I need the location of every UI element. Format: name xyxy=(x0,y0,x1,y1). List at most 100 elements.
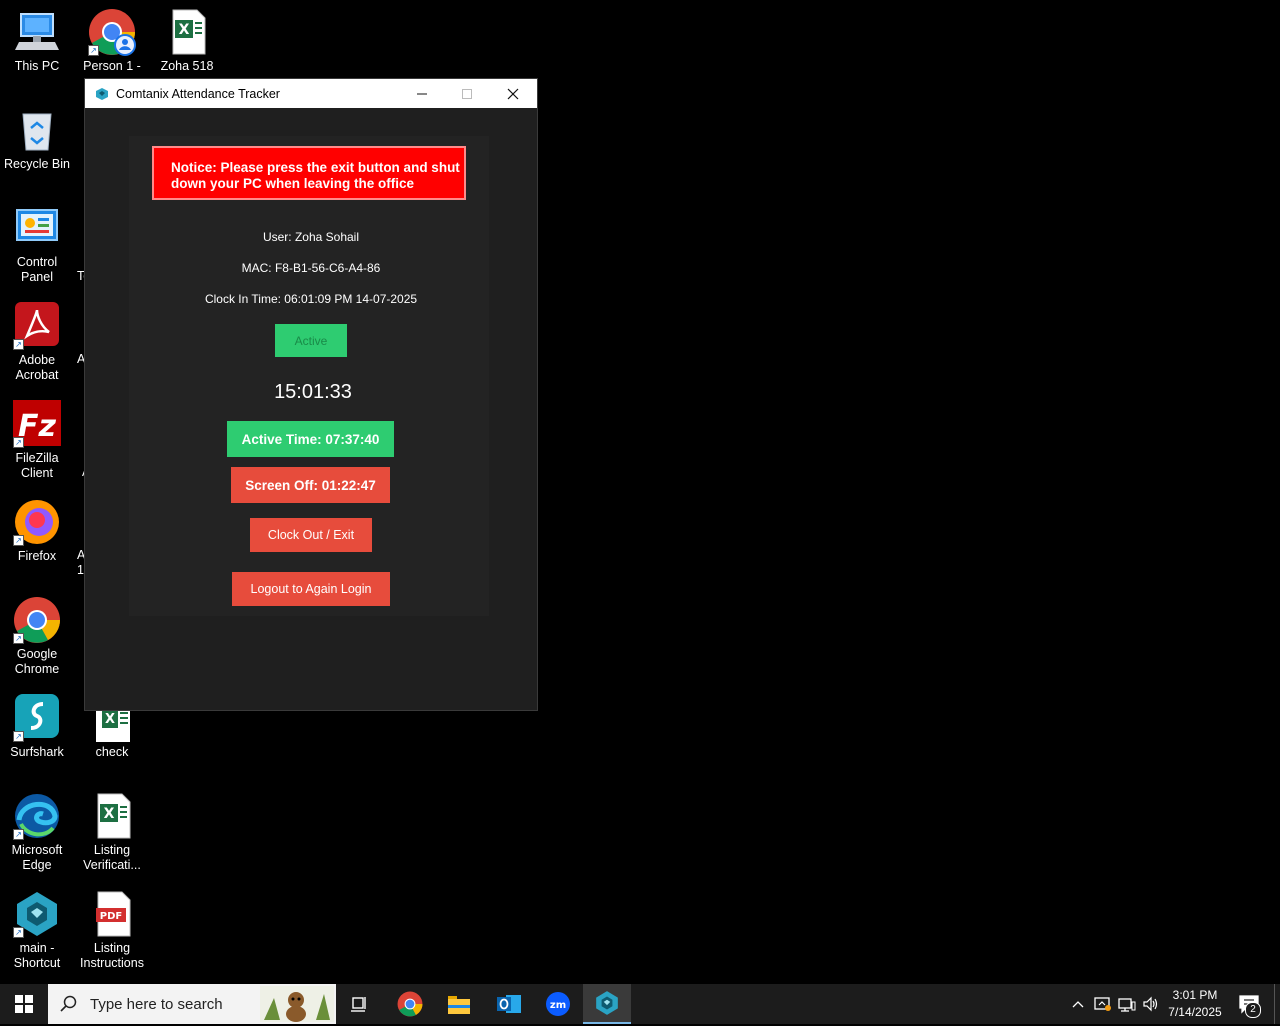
shortcut-arrow-icon: ↗ xyxy=(13,927,24,938)
minimize-icon xyxy=(417,93,427,94)
search-highlight-image-icon xyxy=(260,986,334,1022)
desktop-icon-check[interactable]: X check xyxy=(76,708,148,760)
app-icon xyxy=(95,87,109,101)
network-icon xyxy=(1118,998,1136,1012)
taskbar-time: 3:01 PM xyxy=(1172,988,1218,1002)
notification-center-button[interactable]: 2 xyxy=(1234,984,1264,1024)
taskbar-date: 7/14/2025 xyxy=(1168,1005,1222,1019)
network-button[interactable] xyxy=(1116,984,1138,1024)
desktop-icon-label: Control Panel xyxy=(16,255,58,284)
status-badge: Active xyxy=(275,324,347,357)
show-hidden-icons-button[interactable] xyxy=(1068,984,1088,1024)
desktop-icon-label: check xyxy=(95,745,129,759)
svg-text:X: X xyxy=(104,806,115,822)
show-desktop-button[interactable] xyxy=(1274,984,1280,1024)
window-titlebar[interactable]: Comtanix Attendance Tracker xyxy=(85,79,537,108)
desktop-icon-person1-chrome[interactable]: ↗ Person 1 - Ch... xyxy=(76,8,148,70)
maximize-button[interactable] xyxy=(444,79,490,108)
notification-count-badge: 2 xyxy=(1245,1002,1261,1018)
volume-button[interactable] xyxy=(1140,984,1162,1024)
excel-file-icon: X xyxy=(88,708,136,742)
shortcut-arrow-icon: ↗ xyxy=(13,829,24,840)
desktop-icon-main-shortcut[interactable]: ↗ main - Shortcut xyxy=(1,890,73,971)
desktop-icon-label: Recycle Bin xyxy=(4,157,70,171)
clock-button[interactable]: 3:01 PM 7/14/2025 xyxy=(1164,984,1226,1024)
desktop-icon-control-panel[interactable]: Control Panel xyxy=(1,204,73,285)
control-panel-icon xyxy=(13,204,61,252)
desktop-icon-microsoft-edge[interactable]: ↗ Microsoft Edge xyxy=(1,792,73,873)
desktop-icon-filezilla[interactable]: Fz ↗ FileZilla Client xyxy=(1,400,73,481)
desktop-icon-surfshark[interactable]: ↗ Surfshark xyxy=(1,694,73,760)
taskbar-chrome[interactable] xyxy=(386,984,434,1024)
surfshark-icon: ↗ xyxy=(13,694,61,742)
desktop-icon-this-pc[interactable]: This PC xyxy=(1,8,73,74)
desktop-icon-label: main - Shortcut xyxy=(13,941,61,970)
desktop-icon-label: Listing Verificati... xyxy=(83,843,141,872)
filezilla-icon: Fz ↗ xyxy=(13,400,61,448)
this-pc-icon xyxy=(13,8,61,56)
desktop-icon-listing-instructions[interactable]: PDF Listing Instructions xyxy=(76,890,148,971)
adobe-acrobat-icon: ↗ xyxy=(13,302,61,350)
chrome-profile-icon: ↗ xyxy=(88,8,136,56)
clock-in-time-label: Clock In Time: 06:01:09 PM 14-07-2025 xyxy=(204,292,418,306)
exit-notice-banner: Notice: Please press the exit button and… xyxy=(152,146,466,200)
desktop-icon-listing-verification[interactable]: X Listing Verificati... xyxy=(76,792,148,873)
shortcut-arrow-icon: ↗ xyxy=(13,339,24,350)
logout-relogin-button[interactable]: Logout to Again Login xyxy=(232,572,390,606)
desktop-icon-label: Adobe Acrobat xyxy=(15,353,59,382)
svg-text:X: X xyxy=(179,22,190,38)
outlook-icon xyxy=(497,995,521,1013)
taskbar: Type here to search zm 3:01 PM 7/14/2025 xyxy=(0,984,1280,1024)
main-app-icon xyxy=(596,991,618,1015)
edge-icon: ↗ xyxy=(13,792,61,840)
taskbar-outlook[interactable] xyxy=(485,984,533,1024)
chrome-icon: ↗ xyxy=(13,596,61,644)
maximize-icon xyxy=(462,88,472,99)
taskbar-attendance-tracker[interactable] xyxy=(583,984,631,1024)
taskbar-file-explorer[interactable] xyxy=(435,984,483,1024)
desktop-icon-label: Listing Instructions xyxy=(80,941,144,970)
desktop-icon-adobe-acrobat[interactable]: ↗ Adobe Acrobat xyxy=(1,302,73,383)
excel-file-icon: X xyxy=(163,8,211,56)
tray-app-icon xyxy=(1094,997,1111,1011)
clock-out-exit-button[interactable]: Clock Out / Exit xyxy=(250,518,372,552)
pdf-file-icon: PDF xyxy=(88,890,136,938)
close-icon xyxy=(507,88,519,99)
tray-app-button[interactable] xyxy=(1092,984,1114,1024)
attendance-tracker-window: Comtanix Attendance Tracker Notice: Plea… xyxy=(85,79,537,710)
screen-off-time-display: Screen Off: 01:22:47 xyxy=(231,467,390,503)
svg-text:zm: zm xyxy=(550,1000,566,1011)
desktop-icon-label: Microsoft Edge xyxy=(11,843,63,872)
search-placeholder: Type here to search xyxy=(90,995,223,1013)
desktop-icon-firefox[interactable]: ↗ Firefox xyxy=(1,498,73,564)
search-icon xyxy=(60,995,78,1013)
chevron-up-icon xyxy=(1072,1001,1084,1008)
shortcut-arrow-icon: ↗ xyxy=(88,45,99,56)
mac-address-label: MAC: F8-B1-56-C6-A4-86 xyxy=(241,261,381,275)
desktop-icon-google-chrome[interactable]: ↗ Google Chrome xyxy=(1,596,73,677)
task-view-icon xyxy=(351,997,366,1012)
speaker-icon xyxy=(1143,996,1158,1012)
current-clock: 15:01:33 xyxy=(274,381,352,403)
shortcut-arrow-icon: ↗ xyxy=(13,731,24,742)
taskbar-search-box[interactable]: Type here to search xyxy=(48,984,336,1024)
taskbar-zoom[interactable]: zm xyxy=(534,984,582,1024)
windows-logo-icon xyxy=(15,995,33,1013)
firefox-icon: ↗ xyxy=(13,498,61,546)
desktop-icon-zoha-518[interactable]: X Zoha 518 xyxy=(151,8,223,74)
desktop-icon-label: Google Chrome xyxy=(14,647,60,676)
minimize-button[interactable] xyxy=(399,79,445,108)
zoom-icon: zm xyxy=(546,992,570,1016)
active-time-display: Active Time: 07:37:40 xyxy=(227,421,394,457)
desktop-icon-label: Person 1 - Ch... xyxy=(83,59,141,70)
desktop-icon-recycle-bin[interactable]: Recycle Bin xyxy=(1,106,73,172)
task-view-button[interactable] xyxy=(336,984,384,1024)
window-title: Comtanix Attendance Tracker xyxy=(116,86,280,101)
close-button[interactable] xyxy=(490,79,536,108)
recycle-bin-icon xyxy=(13,106,61,154)
folder-icon xyxy=(448,996,470,1014)
desktop-icon-label: Zoha 518 xyxy=(160,59,214,73)
shortcut-arrow-icon: ↗ xyxy=(13,437,24,448)
pdf-badge: PDF xyxy=(100,911,122,922)
start-button[interactable] xyxy=(0,984,48,1024)
